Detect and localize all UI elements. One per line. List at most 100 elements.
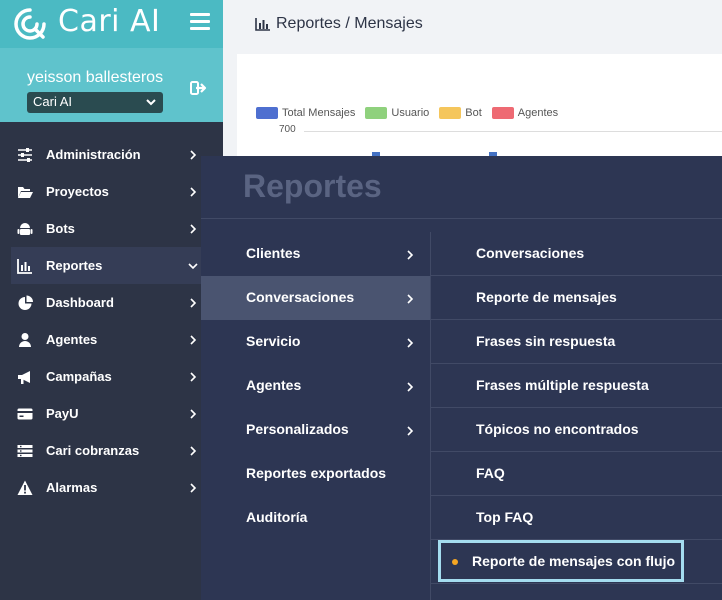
legend-item-bot[interactable]: Bot: [439, 107, 482, 119]
report-faq[interactable]: FAQ: [431, 452, 722, 496]
chevron-down-icon: [188, 262, 198, 269]
chevron-right-icon: [190, 445, 197, 456]
legend-swatch: [256, 107, 278, 119]
category-servicio[interactable]: Servicio: [201, 320, 430, 364]
bar-chart-icon: [255, 18, 270, 31]
android-icon: [17, 222, 33, 235]
sidebar-item-label: Bots: [46, 221, 75, 236]
report-top-faq[interactable]: Top FAQ: [431, 496, 722, 540]
bar-chart-icon: [17, 258, 32, 274]
report-label: Frases múltiple respuesta: [476, 377, 649, 393]
list-icon: [17, 444, 33, 457]
brand-name: Cari AI: [58, 4, 161, 39]
chart-legend: Total Mensajes Usuario Bot Agentes: [256, 107, 568, 119]
warning-icon: [17, 480, 33, 495]
org-select[interactable]: Cari AI: [27, 92, 163, 113]
legend-label: Agentes: [517, 107, 559, 119]
category-label: Personalizados: [246, 421, 349, 437]
report-reporte-de-mensajes[interactable]: Reporte de mensajes: [431, 276, 722, 320]
folder-open-icon: [18, 186, 33, 198]
divider: [201, 218, 722, 219]
sidebar-item-label: Proyectos: [46, 184, 109, 199]
flyout-title: Reportes: [243, 168, 382, 204]
legend-item-usuario[interactable]: Usuario: [365, 107, 429, 119]
category-label: Reportes exportados: [246, 465, 387, 481]
chevron-right-icon: [190, 371, 197, 382]
brand-bar: Cari AI: [0, 0, 223, 48]
category-reportes-exportados[interactable]: Reportes exportados: [201, 452, 430, 496]
y-tick-label: 700: [279, 124, 296, 135]
bullet-dot-icon: [452, 559, 458, 565]
breadcrumb: Reportes / Mensajes: [255, 15, 423, 33]
legend-swatch: [365, 107, 388, 119]
credit-card-icon: [17, 408, 33, 419]
sidebar-item-label: Reportes: [46, 258, 103, 273]
org-select-value: Cari AI: [33, 94, 73, 109]
sidebar-item-cari-cobranzas[interactable]: Cari cobranzas: [0, 432, 223, 469]
sidebar-nav: Administración Proyectos Bots Reportes D…: [0, 136, 223, 506]
chevron-right-icon: [190, 334, 197, 345]
category-clientes[interactable]: Clientes: [201, 232, 430, 276]
chevron-right-icon: [190, 297, 197, 308]
sidebar-item-label: Dashboard: [46, 295, 114, 310]
category-auditoria[interactable]: Auditoría: [201, 496, 430, 540]
chevron-right-icon: [407, 382, 414, 392]
sidebar-item-bots[interactable]: Bots: [0, 210, 223, 247]
legend-swatch: [491, 107, 514, 119]
hamburger-icon[interactable]: [190, 13, 210, 33]
legend-swatch: [439, 107, 462, 119]
chevron-right-icon: [190, 482, 197, 493]
sidebar-item-dashboard[interactable]: Dashboard: [0, 284, 223, 321]
legend-item-total[interactable]: Total Mensajes: [256, 107, 355, 119]
report-label: Top FAQ: [476, 509, 534, 525]
logout-icon[interactable]: [190, 80, 208, 96]
category-conversaciones[interactable]: Conversaciones: [201, 276, 430, 320]
legend-item-agentes[interactable]: Agentes: [491, 107, 559, 119]
chevron-right-icon: [407, 294, 414, 304]
report-label: Tópicos no encontrados: [476, 421, 639, 437]
report-label: Conversaciones: [476, 245, 585, 261]
legend-label: Usuario: [391, 107, 430, 119]
report-topicos-no-encontrados[interactable]: Tópicos no encontrados: [431, 408, 722, 452]
sidebar-item-label: Cari cobranzas: [46, 443, 140, 458]
report-frases-multiple-respuesta[interactable]: Frases múltiple respuesta: [431, 364, 722, 408]
top-bar: Reportes / Mensajes: [223, 0, 722, 48]
chevron-right-icon: [190, 223, 197, 234]
category-label: Clientes: [246, 245, 301, 261]
sidebar-item-proyectos[interactable]: Proyectos: [0, 173, 223, 210]
sidebar-item-label: Agentes: [46, 332, 98, 347]
sidebar-item-campanas[interactable]: Campañas: [0, 358, 223, 395]
report-reporte-de-mensajes-con-flujo[interactable]: Reporte de mensajes con flujo: [438, 540, 684, 582]
sliders-icon: [18, 147, 32, 162]
legend-label: Total Mensajes: [282, 107, 356, 119]
category-label: Conversaciones: [246, 289, 355, 305]
reportes-flyout: Reportes Clientes Conversaciones Servici…: [201, 156, 722, 600]
report-label: Reporte de mensajes: [476, 289, 617, 305]
sidebar-item-payu[interactable]: PayU: [0, 395, 223, 432]
chevron-right-icon: [407, 426, 414, 436]
grid-line: [304, 131, 722, 132]
sidebar-item-alarmas[interactable]: Alarmas: [0, 469, 223, 506]
sidebar-item-administracion[interactable]: Administración: [0, 136, 223, 173]
category-agentes[interactable]: Agentes: [201, 364, 430, 408]
legend-label: Bot: [465, 107, 482, 119]
chevron-right-icon: [190, 408, 197, 419]
category-personalizados[interactable]: Personalizados: [201, 408, 430, 452]
sidebar-item-label: Administración: [46, 147, 141, 162]
chevron-down-icon: [146, 99, 156, 106]
user-icon: [19, 332, 31, 347]
sidebar-item-label: Alarmas: [46, 480, 98, 495]
report-label: Reporte de mensajes con flujo: [472, 553, 676, 569]
category-label: Servicio: [246, 333, 301, 349]
report-conversaciones[interactable]: Conversaciones: [431, 232, 722, 276]
sidebar: Cari AI yeisson ballesteros Cari AI Admi…: [0, 0, 223, 600]
report-label: FAQ: [476, 465, 505, 481]
pie-chart-icon: [18, 295, 33, 310]
sidebar-item-reportes[interactable]: Reportes: [11, 247, 223, 284]
report-frases-sin-respuesta[interactable]: Frases sin respuesta: [431, 320, 722, 364]
category-label: Agentes: [246, 377, 302, 393]
breadcrumb-text: Reportes / Mensajes: [276, 15, 423, 32]
sidebar-item-agentes[interactable]: Agentes: [0, 321, 223, 358]
sidebar-item-label: Campañas: [46, 369, 112, 384]
cari-logo-icon: [14, 8, 46, 40]
